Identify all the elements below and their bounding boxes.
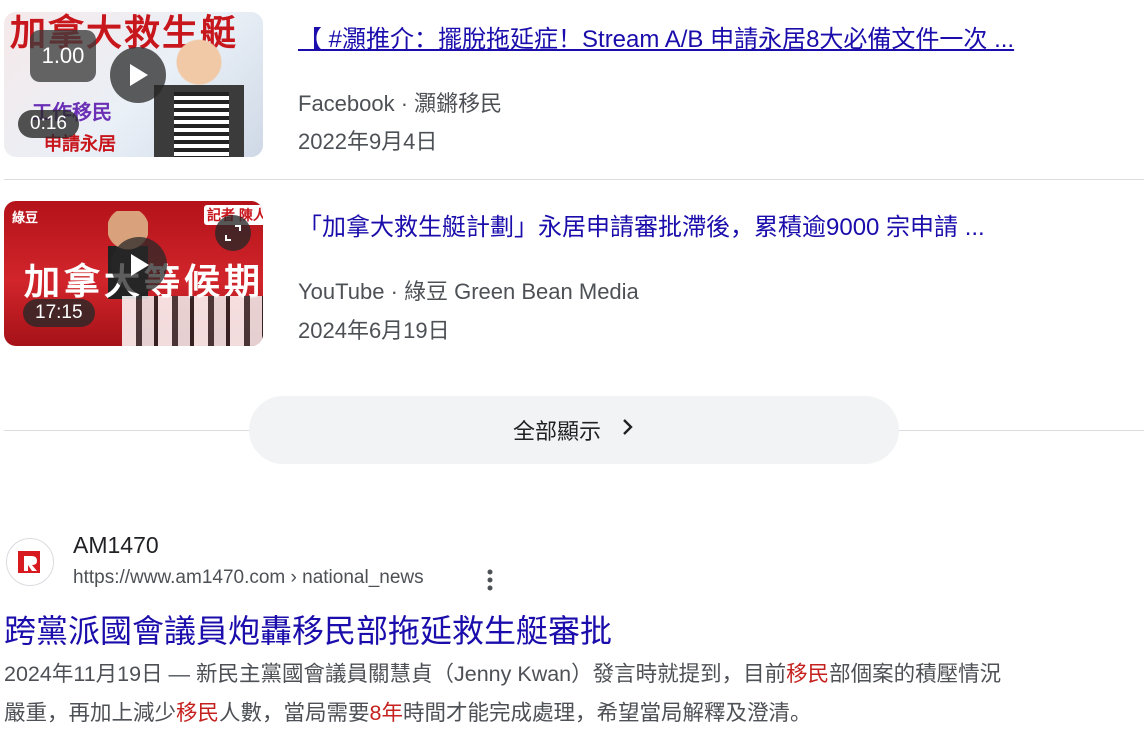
protest-crowd-image <box>122 296 263 346</box>
snippet-highlight: 移民 <box>176 701 220 725</box>
site-name[interactable]: AM1470 <box>73 532 159 559</box>
snippet-text: 部個案的積壓情況 <box>829 662 1002 686</box>
snippet-highlight: 8年 <box>369 701 404 725</box>
play-icon[interactable] <box>111 237 167 293</box>
snippet-highlight: 移民 <box>786 662 830 686</box>
video-date: 2024年6月19日 <box>298 318 450 343</box>
video-title-link[interactable]: 「加拿大救生艇計劃」永居申請審批滯後，累積逾9000 宗申請 ... <box>298 207 1138 242</box>
channel-logo-text: 綠豆 <box>12 210 39 225</box>
expand-icon[interactable] <box>215 215 251 251</box>
snippet-text: 人數，當局需要 <box>219 701 370 725</box>
result-title-link[interactable]: 跨黨派國會議員炮轟移民部拖延救生艇審批 <box>4 606 612 652</box>
snippet-text: 2024年11月19日 — 新民主黨國會議員關慧貞（Jenny Kwan）發言時… <box>4 662 787 686</box>
presenter-shirt <box>174 92 229 157</box>
video-thumbnail[interactable]: 加拿大救生艇 工作移民 申請永居 1.00 0:16 <box>4 12 263 157</box>
duration-badge: 17:15 <box>23 299 95 327</box>
site-favicon[interactable] <box>6 538 54 586</box>
show-all-button[interactable]: 全部顯示 <box>249 396 899 464</box>
duration-badge: 0:16 <box>18 110 79 138</box>
show-all-label: 全部顯示 <box>512 419 601 444</box>
video-thumbnail[interactable]: 加拿大等候期 綠豆 記者 陳人 17:15 <box>4 201 263 346</box>
site-url[interactable]: https://www.am1470.com › national_news <box>73 567 424 589</box>
video-date: 2022年9月4日 <box>298 129 438 154</box>
video-source: Facebook · 灝鏘移民 <box>298 91 503 116</box>
play-icon[interactable] <box>110 47 166 103</box>
more-options-icon[interactable] <box>480 566 500 594</box>
divider <box>4 179 1144 180</box>
video-source: YouTube · 綠豆 Green Bean Media <box>298 279 639 304</box>
playback-speed-badge: 1.00 <box>30 30 96 82</box>
chevron-right-icon <box>621 417 635 443</box>
result-snippet: 2024年11月19日 — 新民主黨國會議員關慧貞（Jenny Kwan）發言時… <box>4 655 1146 733</box>
snippet-text: 嚴重，再加上減少 <box>4 701 177 725</box>
snippet-text: 時間才能完成處理，希望當局解釋及澄清。 <box>403 701 812 725</box>
video-title-link[interactable]: 【 #灝推介：擺脫拖延症！Stream A/B 申請永居8大必備文件一次 ... <box>298 19 1138 54</box>
